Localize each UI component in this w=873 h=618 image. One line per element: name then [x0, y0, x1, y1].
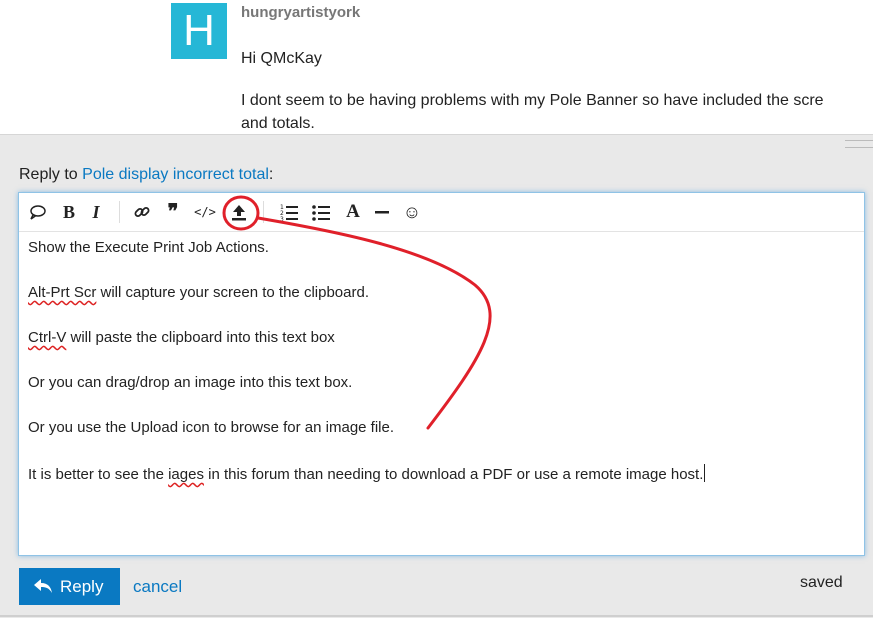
svg-text:3: 3: [280, 216, 284, 222]
topic-link[interactable]: Pole display incorrect total: [82, 166, 269, 183]
link-icon[interactable]: [132, 202, 152, 222]
reply-to-header: Reply to Pole display incorrect total:: [19, 166, 273, 184]
content-paragraph: Show the Execute Print Job Actions.: [28, 239, 269, 256]
content-paragraph: Alt-Prt Scr will capture your screen to …: [28, 284, 369, 301]
font-icon[interactable]: A: [342, 202, 364, 222]
bold-icon[interactable]: B: [59, 202, 79, 222]
content-paragraph: Or you use the Upload icon to browse for…: [28, 419, 395, 436]
text-caret: [704, 464, 706, 482]
post: H hungryartistyork Hi QMcKay I dont seem…: [0, 0, 873, 135]
italic-icon[interactable]: I: [87, 202, 105, 222]
content-paragraph: Or you can drag/drop an image into this …: [28, 374, 353, 391]
code-icon[interactable]: </>: [194, 202, 216, 222]
reply-to-prefix: Reply to: [19, 166, 83, 183]
quote-icon[interactable]: [28, 202, 48, 222]
emoji-icon[interactable]: ☺: [401, 202, 423, 222]
misspelled-word[interactable]: Ctrl-V: [28, 329, 66, 346]
misspelled-word[interactable]: Alt-Prt Scr: [28, 284, 96, 301]
horizontal-rule-icon[interactable]: [373, 202, 391, 222]
reply-icon: [33, 578, 53, 599]
post-body-line1: I dont seem to be having problems with m…: [241, 92, 824, 109]
avatar[interactable]: H: [171, 3, 227, 59]
content-paragraph: It is better to see the iages in this fo…: [28, 464, 706, 483]
misspelled-word[interactable]: iages: [168, 466, 204, 483]
cancel-link[interactable]: cancel: [133, 577, 182, 597]
toolbar-separator: [119, 201, 120, 223]
resize-grip[interactable]: [845, 140, 873, 148]
toolbar-separator: [263, 201, 264, 223]
editor-content[interactable]: Show the Execute Print Job Actions. Alt-…: [28, 239, 848, 511]
reply-to-suffix: :: [268, 166, 274, 183]
post-body-line2: and totals.: [241, 115, 315, 132]
numbered-list-icon[interactable]: 123: [279, 202, 299, 222]
reply-editor[interactable]: B I ❞ </> 123 A ☺ Show the Execute Print…: [18, 192, 865, 556]
post-greeting: Hi QMcKay: [241, 50, 322, 67]
post-username[interactable]: hungryartistyork: [241, 4, 360, 21]
bulleted-list-icon[interactable]: [311, 202, 331, 222]
blockquote-icon[interactable]: ❞: [162, 202, 184, 222]
draft-status: saved: [800, 574, 843, 591]
reply-button[interactable]: Reply: [19, 568, 120, 605]
reply-composer: Reply to Pole display incorrect total: B…: [0, 134, 873, 618]
editor-toolbar: B I ❞ </> 123 A ☺: [19, 193, 864, 232]
upload-icon[interactable]: [228, 202, 250, 222]
content-paragraph: Ctrl-V will paste the clipboard into thi…: [28, 329, 335, 346]
reply-button-label: Reply: [60, 577, 104, 596]
